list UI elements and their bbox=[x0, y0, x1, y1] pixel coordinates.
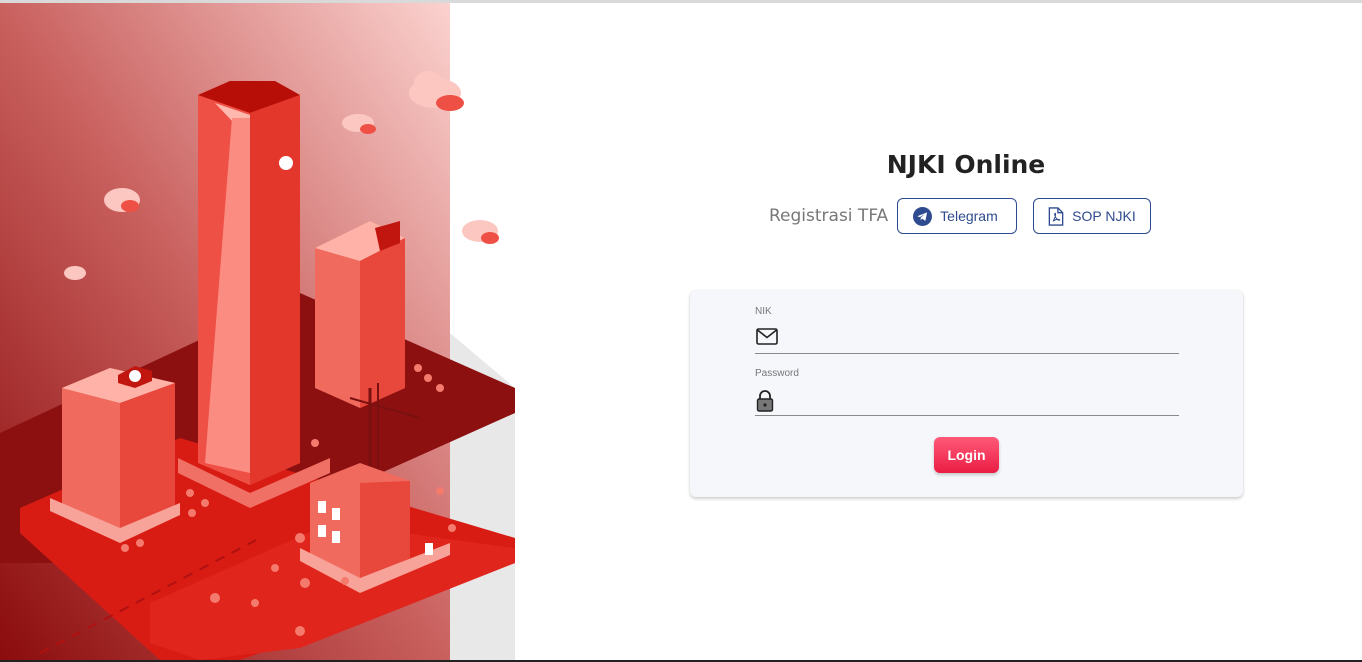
sop-njki-button[interactable]: SOP NJKI bbox=[1033, 198, 1152, 234]
registration-links: Registrasi TFA Telegram SOP NJKI bbox=[769, 198, 1152, 234]
nik-input[interactable] bbox=[785, 322, 1175, 350]
registrasi-tfa-label: Registrasi TFA bbox=[769, 206, 889, 226]
nik-label: NIK bbox=[755, 306, 772, 317]
lock-icon bbox=[756, 390, 774, 417]
login-card: NIK Password Login bbox=[690, 290, 1243, 497]
login-button[interactable]: Login bbox=[934, 437, 999, 473]
password-field: Password bbox=[755, 368, 1179, 416]
password-label: Password bbox=[755, 368, 799, 379]
sop-njki-label: SOP NJKI bbox=[1072, 208, 1136, 224]
password-input[interactable] bbox=[785, 384, 1175, 412]
mail-icon bbox=[756, 328, 778, 350]
telegram-icon bbox=[913, 206, 933, 226]
nik-field: NIK bbox=[755, 306, 1179, 354]
page-title: NJKI Online bbox=[886, 150, 1046, 179]
telegram-label: Telegram bbox=[940, 208, 998, 224]
telegram-button[interactable]: Telegram bbox=[897, 198, 1018, 234]
city-illustration bbox=[0, 3, 515, 660]
pdf-file-icon bbox=[1048, 206, 1064, 226]
